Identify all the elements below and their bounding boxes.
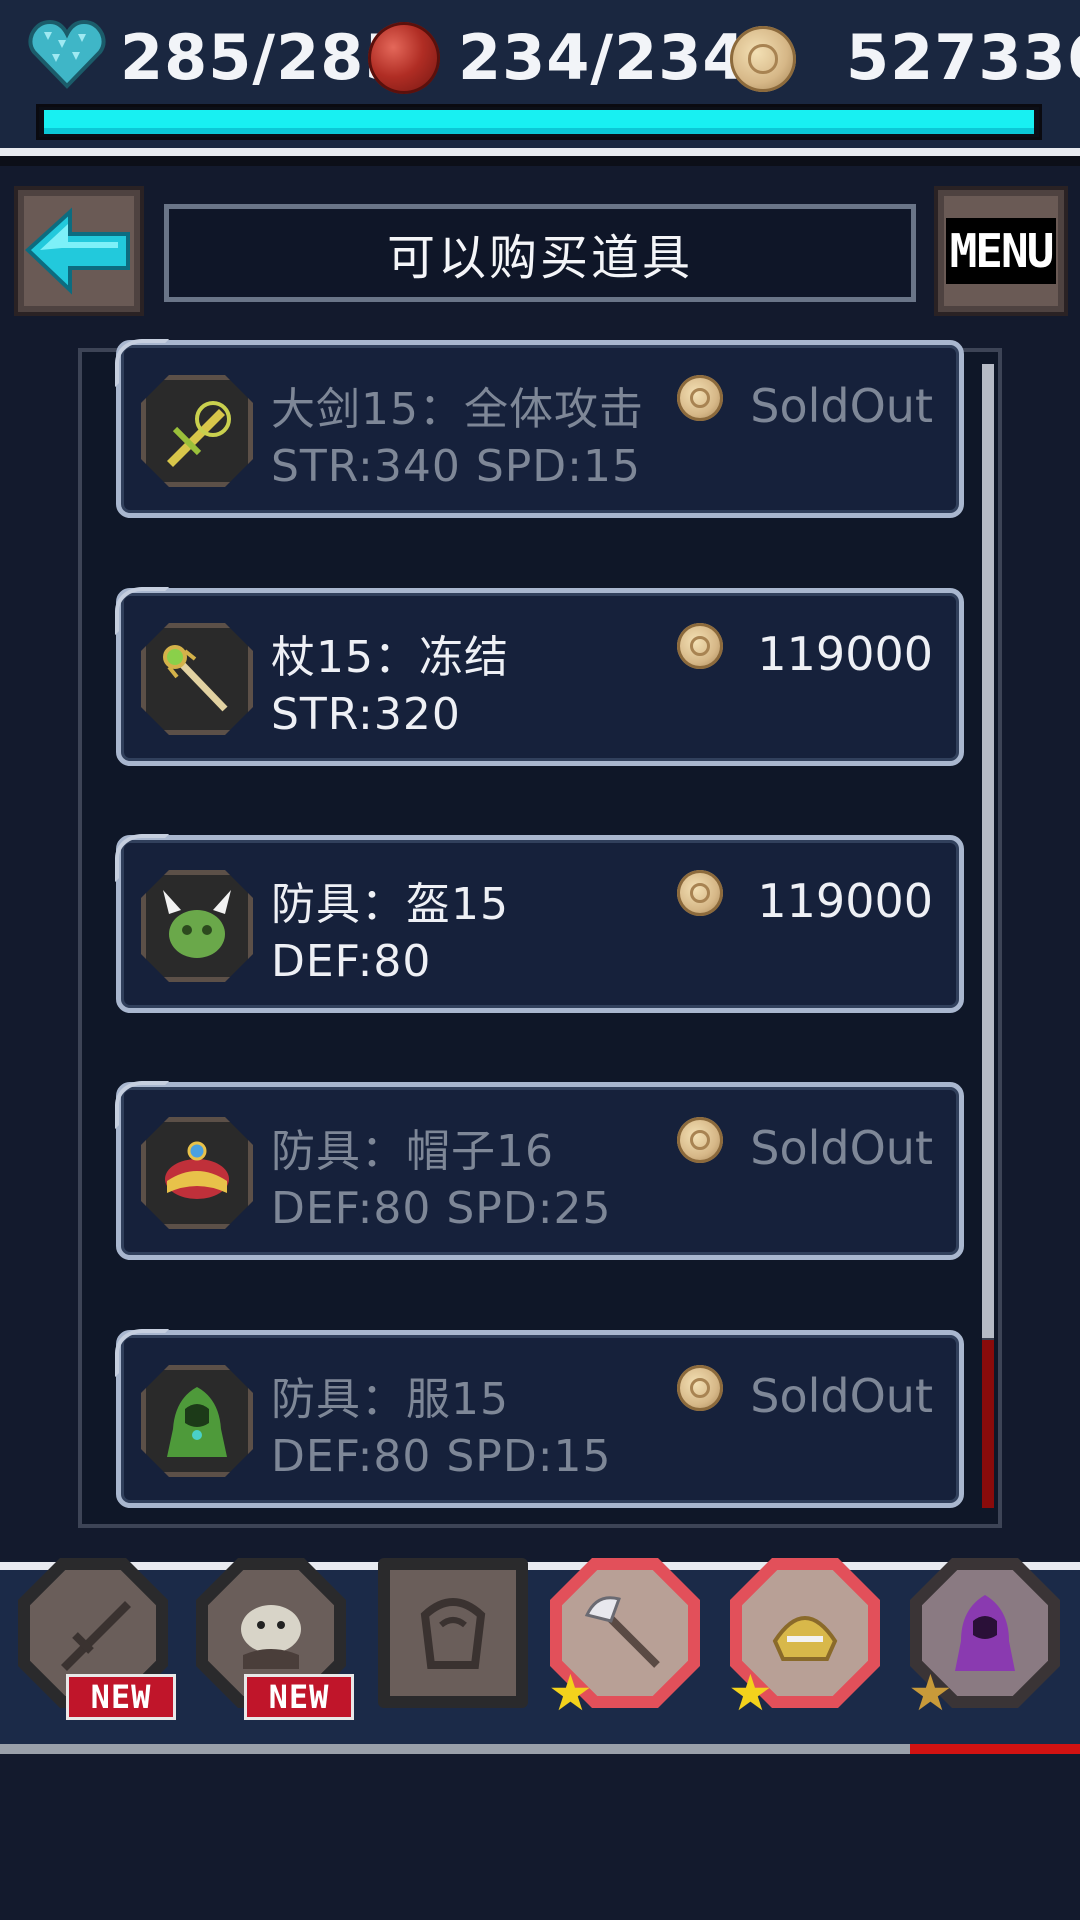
corner-ornament <box>115 587 169 635</box>
new-badge: NEW <box>66 1674 176 1720</box>
new-badge: NEW <box>244 1674 354 1720</box>
mp-value: 234/234 <box>458 21 747 94</box>
star-icon: ★ <box>908 1664 953 1722</box>
item-price: SoldOut <box>750 1369 933 1423</box>
crown-icon <box>141 1117 253 1229</box>
hp-value: 285/285 <box>120 21 409 94</box>
page-title-box: 可以购买道具 <box>164 204 916 302</box>
mana-orb-icon <box>368 22 440 94</box>
status-divider <box>0 148 1080 156</box>
equipment-bar-divider <box>0 1562 1080 1570</box>
corner-ornament <box>115 339 169 387</box>
shop-item[interactable]: 防具：盔15 DEF:80 119000 <box>115 834 964 1013</box>
staff-icon <box>141 623 253 735</box>
corner-ornament <box>115 1329 169 1377</box>
item-stats: DEF:80 SPD:15 <box>271 1431 612 1482</box>
item-name: 防具：服15 <box>271 1374 509 1425</box>
star-icon: ★ <box>548 1664 593 1722</box>
price-coin-icon <box>677 623 723 669</box>
gold-coin-icon <box>730 26 796 92</box>
item-stats: STR:340 SPD:15 <box>271 441 641 492</box>
item-name: 防具：帽子16 <box>271 1126 554 1177</box>
greatsword-icon <box>141 375 253 487</box>
shop-item[interactable]: 杖15：冻结 STR:320 119000 <box>115 587 964 766</box>
equip-slot-armor[interactable] <box>378 1558 528 1708</box>
armor-slot-icon <box>420 1598 486 1669</box>
price-coin-icon <box>677 1117 723 1163</box>
item-price: 119000 <box>757 627 933 681</box>
corner-ornament <box>115 834 169 882</box>
page-title: 可以购买道具 <box>386 230 693 286</box>
menu-button[interactable]: MENU <box>934 186 1068 316</box>
price-coin-icon <box>677 1365 723 1411</box>
price-coin-icon <box>677 375 723 421</box>
item-price: SoldOut <box>750 1121 933 1175</box>
gold-value: 527336 <box>846 21 1080 94</box>
item-stats: DEF:80 <box>271 936 432 987</box>
equipment-bar-strip-accent <box>910 1744 1080 1754</box>
dragon-helmet-icon <box>141 870 253 982</box>
item-name: 杖15：冻结 <box>271 632 509 683</box>
status-gap <box>0 156 1080 166</box>
hp-bar-fill <box>44 110 1034 134</box>
green-robe-icon <box>141 1365 253 1477</box>
heart-icon <box>28 20 106 89</box>
corner-ornament <box>115 1081 169 1129</box>
shop-item[interactable]: 防具：服15 DEF:80 SPD:15 SoldOut <box>115 1329 964 1508</box>
sword-slot-icon <box>61 1601 131 1671</box>
item-stats: DEF:80 SPD:25 <box>271 1183 612 1234</box>
item-price: SoldOut <box>750 379 933 433</box>
menu-label: MENU <box>945 218 1057 284</box>
item-name: 防具：盔15 <box>271 879 509 930</box>
star-icon: ★ <box>728 1664 773 1722</box>
shop-item[interactable]: 防具：帽子16 DEF:80 SPD:25 SoldOut <box>115 1081 964 1260</box>
item-stats: STR:320 <box>271 689 461 740</box>
scrollbar-end-marker <box>982 1340 994 1508</box>
price-coin-icon <box>677 870 723 916</box>
pet-slot-icon <box>241 1605 301 1669</box>
scrollbar-thumb[interactable] <box>982 364 994 1338</box>
left-arrow-icon <box>25 207 130 295</box>
item-price: 119000 <box>757 874 933 928</box>
item-name: 大剑15：全体攻击 <box>271 384 644 435</box>
back-button[interactable] <box>14 186 144 316</box>
shop-item[interactable]: 大剑15：全体攻击 STR:340 SPD:15 SoldOut <box>115 339 964 518</box>
